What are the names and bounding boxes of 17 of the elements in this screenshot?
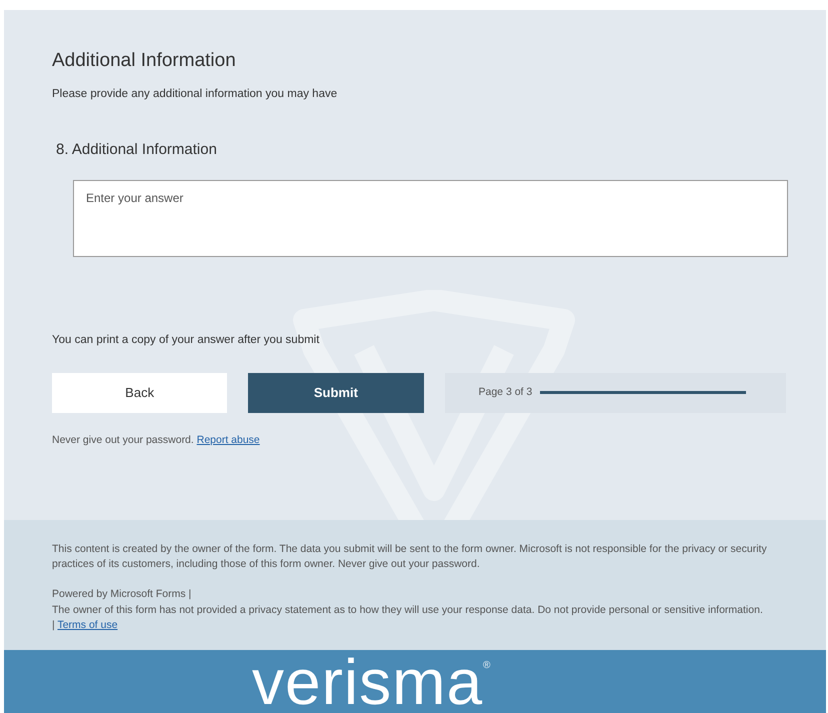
section-description: Please provide any additional information you may have <box>52 86 338 102</box>
print-note: You can print a copy of your answer after you submit <box>52 332 320 348</box>
disclaimer-text: This content is created by the owner of the form. The data you submit will be sent to the form owner. Microsoft is not responsible for the privacy or security practices of its customers, including those of this form owner. Never give out your password. <box>52 542 768 572</box>
back-button[interactable]: Back <box>52 372 228 413</box>
privacy-notice: The owner of this form has not provided a privacy statement as to how they will use your response data. Do not provide personal or sensitive information. <box>52 602 764 618</box>
terms-line: | Terms of use <box>52 618 119 633</box>
page-indicator: Page 3 of 3 <box>478 384 532 400</box>
powered-by-text: Powered by Microsoft Forms | <box>52 587 192 602</box>
password-warning: Never give out your password. Report abuse <box>52 432 261 448</box>
report-abuse-link[interactable]: Report abuse <box>196 434 260 446</box>
section-title: Additional Information <box>52 50 237 73</box>
brand-wordmark: verisma <box>252 650 484 713</box>
terms-link[interactable]: Terms of use <box>57 618 118 631</box>
answer-field[interactable]: Enter your answer <box>73 180 788 257</box>
registered-mark: ® <box>483 659 490 673</box>
question-title: 8. Additional Information <box>56 140 218 160</box>
submit-button[interactable]: Submit <box>248 372 424 413</box>
